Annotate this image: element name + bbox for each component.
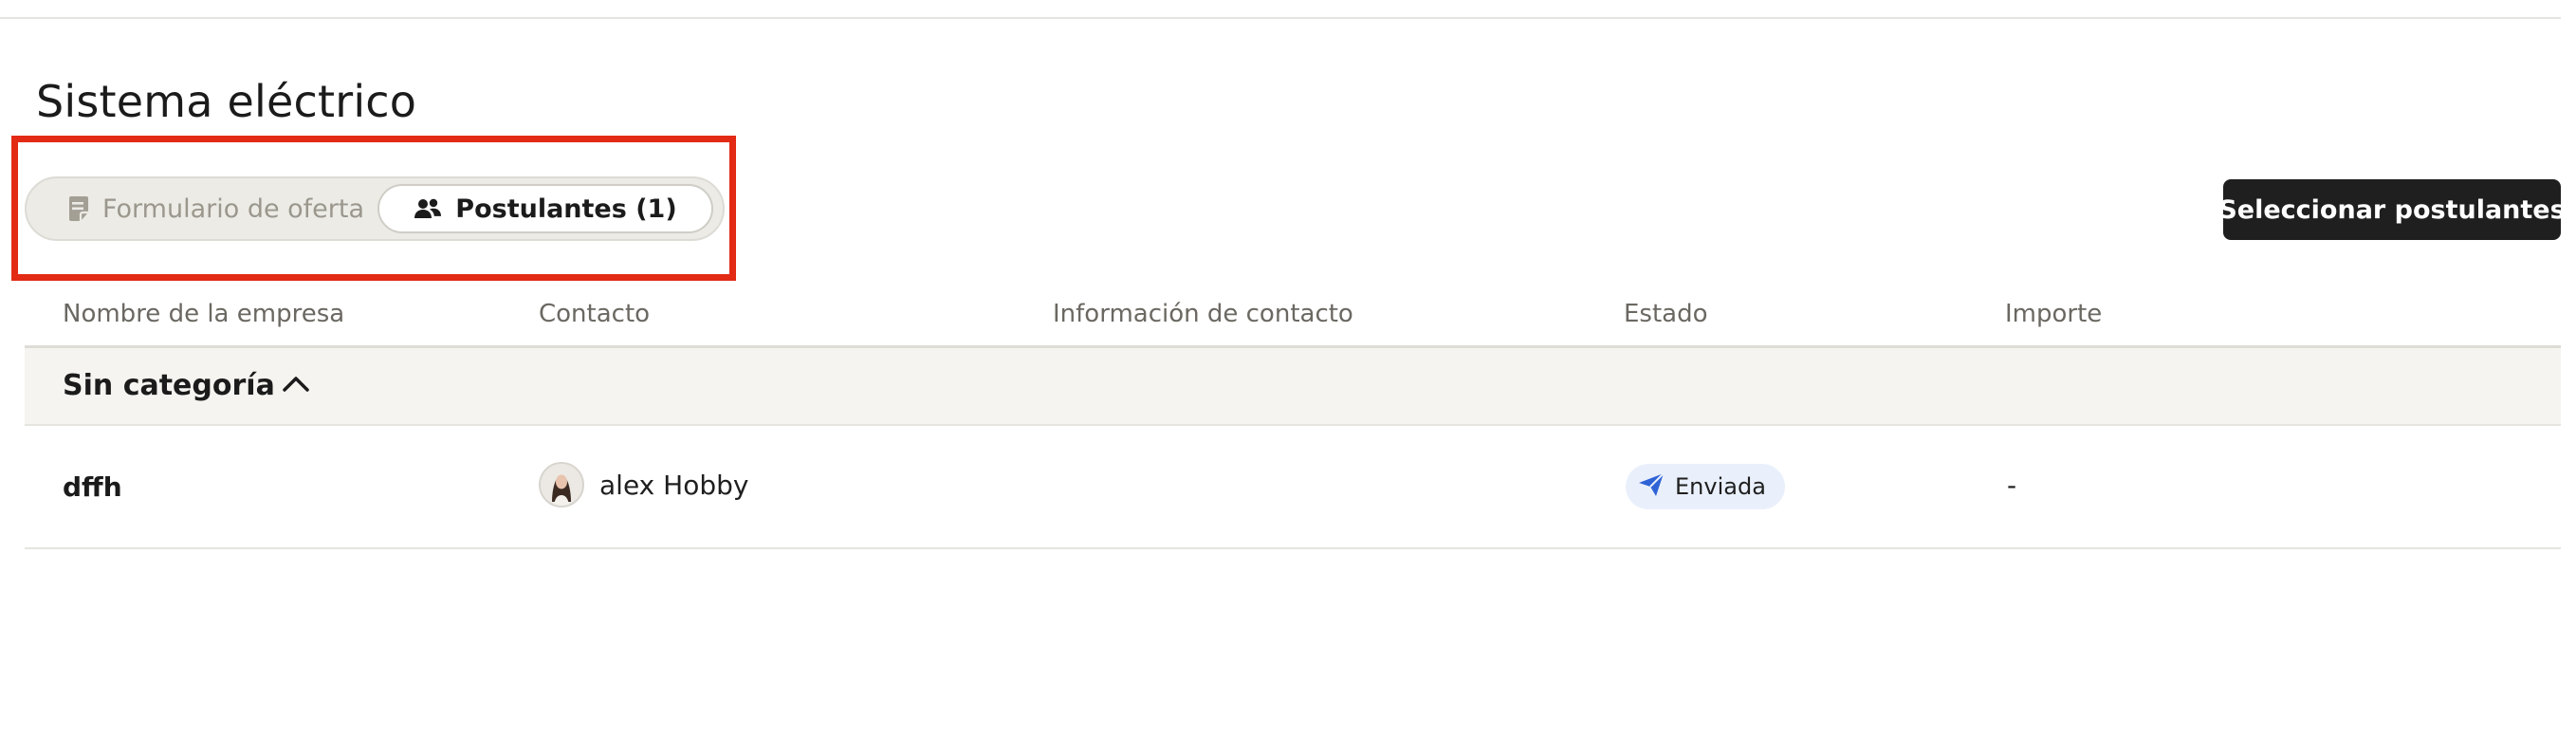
contact-name: alex Hobby xyxy=(599,469,749,501)
select-applicants-button[interactable]: Seleccionar postulantes xyxy=(2218,179,2566,240)
column-header-amount: Importe xyxy=(2005,300,2103,328)
avatar xyxy=(539,462,584,507)
collapse-group-button[interactable] xyxy=(277,367,315,405)
chevron-up-icon xyxy=(282,375,310,397)
group-row: Sin categoría xyxy=(25,348,2561,426)
status-text: Enviada xyxy=(1675,473,1766,500)
column-header-company: Nombre de la empresa xyxy=(63,300,345,328)
table-row[interactable]: dffh alex Hobby Enviada - xyxy=(25,426,2561,549)
tab-label: Formulario de oferta xyxy=(101,194,365,224)
column-header-contact-info: Información de contacto xyxy=(1053,300,1353,328)
people-icon xyxy=(414,197,442,220)
group-label: Sin categoría xyxy=(63,369,275,402)
amount: - xyxy=(2007,470,2017,501)
status-badge: Enviada xyxy=(1626,464,1785,509)
tab-label: Postulantes (1) xyxy=(455,194,677,224)
column-header-status: Estado xyxy=(1624,300,1708,328)
tab-postulantes[interactable]: Postulantes (1) xyxy=(377,184,713,233)
top-divider xyxy=(0,17,2561,19)
contact-cell: alex Hobby xyxy=(539,462,748,507)
form-icon xyxy=(66,195,89,222)
page-title: Sistema eléctrico xyxy=(36,76,417,127)
tab-switcher: Formulario de oferta Postulantes (1) xyxy=(25,176,725,241)
tab-formulario-de-oferta[interactable]: Formulario de oferta xyxy=(53,184,377,233)
company-name: dffh xyxy=(63,471,122,503)
page: Sistema eléctrico Formulario de oferta P… xyxy=(0,0,2576,738)
column-header-contact: Contacto xyxy=(539,300,651,328)
send-icon xyxy=(1637,471,1665,502)
